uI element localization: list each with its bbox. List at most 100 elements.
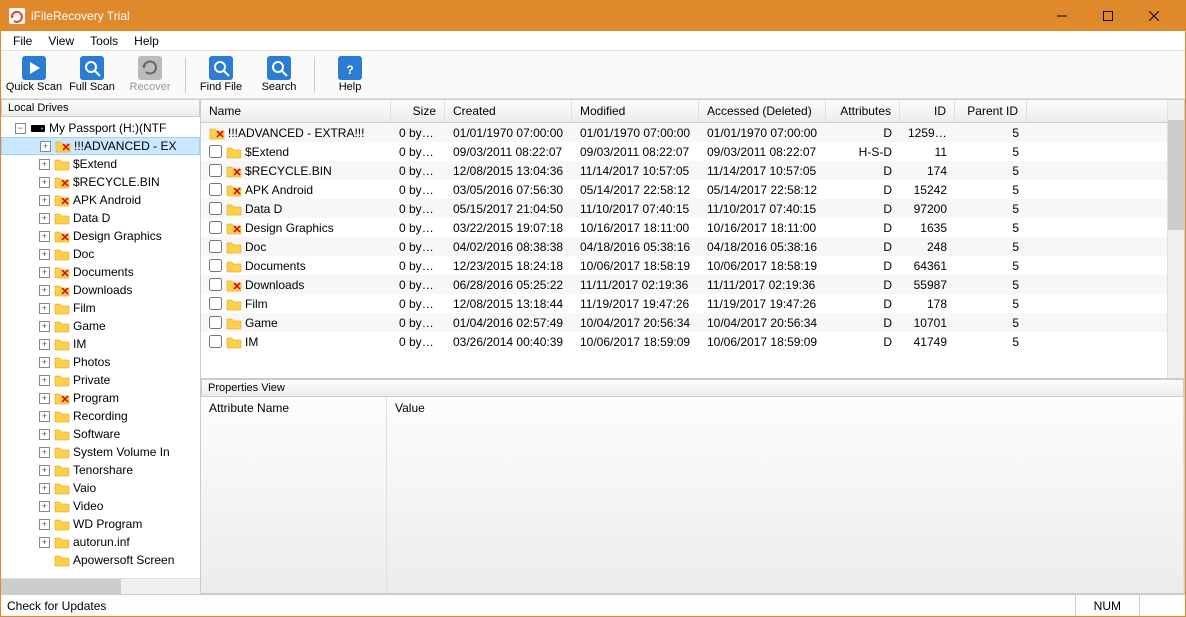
tree-item[interactable]: +Game	[1, 317, 200, 335]
expand-icon[interactable]: +	[39, 177, 50, 188]
expand-icon[interactable]: +	[39, 429, 50, 440]
file-row[interactable]: Downloads0 bytes06/28/2016 05:25:2211/11…	[201, 275, 1167, 294]
expand-icon[interactable]: +	[39, 267, 50, 278]
tree-item[interactable]: +$RECYCLE.BIN	[1, 173, 200, 191]
file-list[interactable]: NameSizeCreatedModifiedAccessed (Deleted…	[201, 100, 1167, 378]
tree-item[interactable]: +Film	[1, 299, 200, 317]
minimize-button[interactable]	[1039, 1, 1085, 31]
expand-icon[interactable]: +	[39, 393, 50, 404]
column-header[interactable]: Parent ID	[955, 100, 1027, 122]
tree-item[interactable]: +APK Android	[1, 191, 200, 209]
row-checkbox[interactable]	[209, 240, 222, 253]
column-header[interactable]: Accessed (Deleted)	[699, 100, 826, 122]
file-row[interactable]: Film0 bytes12/08/2015 13:18:4411/19/2017…	[201, 294, 1167, 313]
expand-icon[interactable]: +	[39, 375, 50, 386]
tree-item[interactable]: +Tenorshare	[1, 461, 200, 479]
row-checkbox[interactable]	[209, 221, 222, 234]
search-button[interactable]: Search	[250, 53, 308, 97]
tree-item[interactable]: +Software	[1, 425, 200, 443]
tree-root[interactable]: −My Passport (H:)(NTF	[1, 119, 200, 137]
tree-item[interactable]: +Video	[1, 497, 200, 515]
row-checkbox[interactable]	[209, 259, 222, 272]
expand-icon[interactable]: +	[39, 159, 50, 170]
menu-file[interactable]: File	[5, 32, 40, 50]
row-checkbox[interactable]	[209, 183, 222, 196]
expand-icon[interactable]: +	[39, 213, 50, 224]
drive-tree[interactable]: −My Passport (H:)(NTF+!!!ADVANCED - EX+$…	[1, 117, 200, 578]
file-list-header[interactable]: NameSizeCreatedModifiedAccessed (Deleted…	[201, 100, 1167, 123]
tree-item[interactable]: +Vaio	[1, 479, 200, 497]
tree-item[interactable]: +autorun.inf	[1, 533, 200, 551]
expand-icon[interactable]: +	[40, 141, 51, 152]
file-list-vertical-scrollbar[interactable]	[1167, 100, 1184, 378]
find-file-button[interactable]: Find File	[192, 53, 250, 97]
expand-icon[interactable]: +	[39, 231, 50, 242]
expand-icon[interactable]: +	[39, 339, 50, 350]
full-scan-button[interactable]: Full Scan	[63, 53, 121, 97]
menu-tools[interactable]: Tools	[82, 32, 126, 50]
tree-item[interactable]: +Photos	[1, 353, 200, 371]
tree-item[interactable]: +Downloads	[1, 281, 200, 299]
tree-item[interactable]: +!!!ADVANCED - EX	[1, 137, 200, 155]
tree-item[interactable]: +Data D	[1, 209, 200, 227]
quick-scan-button[interactable]: Quick Scan	[5, 53, 63, 97]
file-row[interactable]: Documents0 bytes12/23/2015 18:24:1810/06…	[201, 256, 1167, 275]
file-row[interactable]: !!!ADVANCED - EXTRA!!!0 bytes01/01/1970 …	[201, 123, 1167, 142]
row-checkbox[interactable]	[209, 145, 222, 158]
row-checkbox[interactable]	[209, 297, 222, 310]
expand-icon[interactable]: +	[39, 465, 50, 476]
row-checkbox[interactable]	[209, 335, 222, 348]
expand-icon[interactable]: +	[39, 537, 50, 548]
column-header[interactable]: ID	[900, 100, 955, 122]
menu-help[interactable]: Help	[126, 32, 167, 50]
expand-icon[interactable]: +	[39, 447, 50, 458]
file-row[interactable]: APK Android0 bytes03/05/2016 07:56:3005/…	[201, 180, 1167, 199]
tree-item[interactable]: +Private	[1, 371, 200, 389]
tree-item[interactable]: +Design Graphics	[1, 227, 200, 245]
file-row[interactable]: IM0 bytes03/26/2014 00:40:3910/06/2017 1…	[201, 332, 1167, 351]
menu-view[interactable]: View	[40, 32, 82, 50]
tree-item[interactable]: +IM	[1, 335, 200, 353]
column-header[interactable]: Attributes	[826, 100, 900, 122]
expand-icon[interactable]: +	[39, 411, 50, 422]
row-checkbox[interactable]	[209, 278, 222, 291]
prop-col-value[interactable]: Value	[387, 397, 1184, 593]
toolbar: Quick ScanFull ScanRecoverFind FileSearc…	[1, 51, 1185, 99]
expand-icon[interactable]: +	[39, 483, 50, 494]
file-row[interactable]: Data D0 bytes05/15/2017 21:04:5011/10/20…	[201, 199, 1167, 218]
expand-icon[interactable]: +	[39, 195, 50, 206]
column-header[interactable]: Name	[201, 100, 391, 122]
column-header[interactable]: Modified	[572, 100, 699, 122]
tree-item[interactable]: +Documents	[1, 263, 200, 281]
row-checkbox[interactable]	[209, 316, 222, 329]
tree-item[interactable]: +Recording	[1, 407, 200, 425]
file-row[interactable]: $Extend0 bytes09/03/2011 08:22:0709/03/2…	[201, 142, 1167, 161]
file-row[interactable]: Doc0 bytes04/02/2016 08:38:3804/18/2016 …	[201, 237, 1167, 256]
tree-item[interactable]: +Doc	[1, 245, 200, 263]
column-header[interactable]: Size	[391, 100, 445, 122]
expand-icon[interactable]: +	[39, 321, 50, 332]
file-row[interactable]: Design Graphics0 bytes03/22/2015 19:07:1…	[201, 218, 1167, 237]
help-button[interactable]: Help	[321, 53, 379, 97]
close-button[interactable]	[1131, 1, 1177, 31]
maximize-button[interactable]	[1085, 1, 1131, 31]
tree-item[interactable]: +Program	[1, 389, 200, 407]
expand-icon[interactable]: +	[39, 285, 50, 296]
expand-icon[interactable]: +	[39, 249, 50, 260]
tree-item[interactable]: Apowersoft Screen	[1, 551, 200, 569]
tree-item[interactable]: +$Extend	[1, 155, 200, 173]
expand-icon[interactable]: +	[39, 357, 50, 368]
file-row[interactable]: $RECYCLE.BIN0 bytes12/08/2015 13:04:3611…	[201, 161, 1167, 180]
collapse-icon[interactable]: −	[15, 123, 26, 134]
tree-item[interactable]: +System Volume In	[1, 443, 200, 461]
tree-horizontal-scrollbar[interactable]	[1, 578, 200, 594]
prop-col-attribute-name[interactable]: Attribute Name	[201, 397, 387, 593]
expand-icon[interactable]: +	[39, 303, 50, 314]
file-row[interactable]: Game0 bytes01/04/2016 02:57:4910/04/2017…	[201, 313, 1167, 332]
column-header[interactable]: Created	[445, 100, 572, 122]
tree-item[interactable]: +WD Program	[1, 515, 200, 533]
row-checkbox[interactable]	[209, 202, 222, 215]
expand-icon[interactable]: +	[39, 519, 50, 530]
row-checkbox[interactable]	[209, 164, 222, 177]
expand-icon[interactable]: +	[39, 501, 50, 512]
